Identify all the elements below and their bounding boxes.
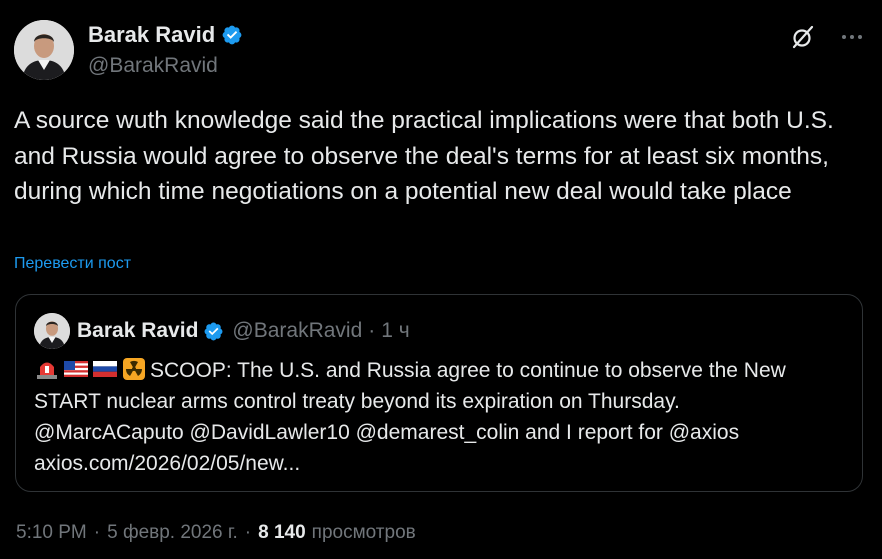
author-name-row: Barak Ravid xyxy=(88,22,243,48)
quoted-tweet-text: SCOOP: The U.S. and Russia agree to cont… xyxy=(34,355,846,479)
more-options-icon[interactable] xyxy=(838,24,866,50)
views-count[interactable]: 8 140 xyxy=(258,522,306,544)
quoted-line-1: SCOOP: The U.S. and Russia agree to cont… xyxy=(34,355,846,386)
author-name[interactable]: Barak Ravid xyxy=(88,22,215,48)
separator-dot: · xyxy=(244,522,252,543)
tweet-footer: 5:10 PM · 5 февр. 2026 г. · 8 140 просмо… xyxy=(16,522,416,544)
author-handle[interactable]: @BarakRavid xyxy=(88,54,218,78)
post-time[interactable]: 5:10 PM xyxy=(16,522,87,544)
tweet-header: Barak Ravid @BarakRavid xyxy=(14,20,868,82)
russia-flag-emoji xyxy=(93,361,117,377)
views-label: просмотров xyxy=(311,522,416,543)
post-date[interactable]: 5 февр. 2026 г. xyxy=(107,522,238,544)
quoted-header: Barak Ravid @BarakRavid · 1 ч xyxy=(77,319,410,343)
rotating-light-emoji xyxy=(37,362,57,379)
us-flag-emoji xyxy=(64,361,88,377)
quoted-tweet[interactable]: Barak Ravid @BarakRavid · 1 ч SCOOP: The… xyxy=(15,294,863,492)
separator-dot: · xyxy=(93,522,101,543)
quoted-text-line-1: SCOOP: The U.S. and Russia agree to cont… xyxy=(150,359,786,382)
verified-badge-icon xyxy=(204,322,223,340)
quoted-author-avatar[interactable] xyxy=(34,313,70,349)
quoted-author-handle[interactable]: @BarakRavid xyxy=(232,319,362,343)
grok-icon[interactable] xyxy=(790,24,816,50)
author-avatar[interactable] xyxy=(14,20,74,80)
quoted-text-line-3: @MarcACaputo @DavidLawler10 @demarest_co… xyxy=(34,421,740,444)
verified-badge-icon xyxy=(222,25,242,45)
quoted-link[interactable]: axios.com/2026/02/05/new... xyxy=(34,448,846,479)
radioactive-emoji xyxy=(123,358,145,380)
quoted-text-line-2: START nuclear arms control treaty beyond… xyxy=(34,390,680,413)
translate-post-link[interactable]: Перевести пост xyxy=(14,255,131,273)
tweet-text: A source wuth knowledge said the practic… xyxy=(14,107,834,205)
separator-dot: · xyxy=(368,319,376,342)
quoted-timestamp[interactable]: 1 ч xyxy=(381,319,409,343)
quoted-author-name[interactable]: Barak Ravid xyxy=(77,319,198,343)
